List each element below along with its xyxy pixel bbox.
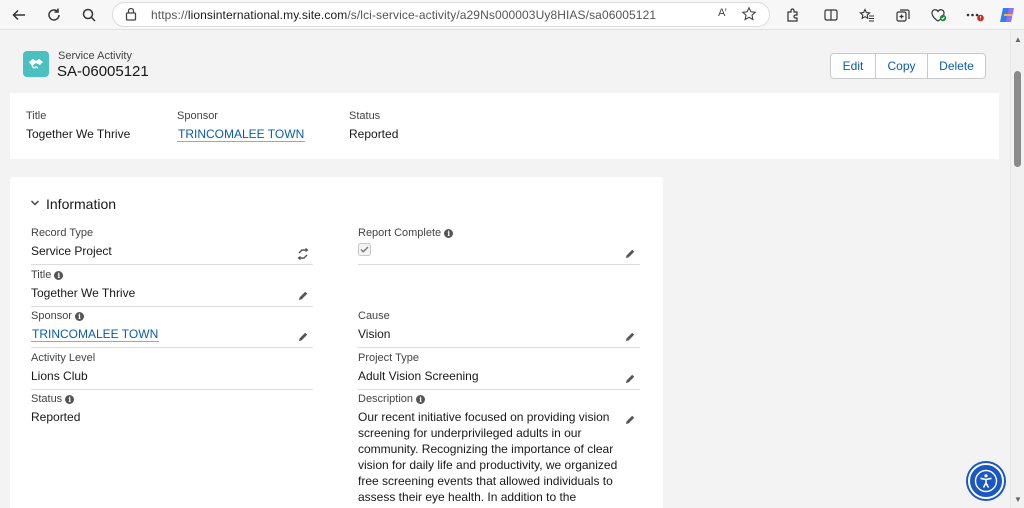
field-description: Description i Our recent initiative focus… [358, 393, 640, 508]
sponsor-help-icon[interactable]: i [74, 311, 84, 321]
address-bar[interactable]: https://lionsinternational.my.site.com/s… [112, 2, 770, 27]
activity-level-field-label: Activity Level [31, 352, 96, 364]
sponsor-field-label: Sponsor [31, 310, 72, 322]
description-help-icon[interactable]: i [416, 394, 426, 404]
edit-button[interactable]: Edit [831, 54, 876, 78]
url-host: lionsinternational.my.site.com [187, 8, 348, 22]
edit-report-complete-pencil-icon[interactable] [624, 247, 636, 265]
field-record-type: Record Type Service Project [31, 227, 313, 265]
cause-field-value: Vision [358, 327, 391, 341]
report-complete-help-icon[interactable]: i [444, 228, 454, 238]
report-complete-checkbox[interactable] [358, 243, 640, 261]
edit-cause-pencil-icon[interactable] [624, 330, 636, 348]
record-type-field-label: Record Type [31, 227, 94, 239]
edit-project-type-pencil-icon[interactable] [624, 372, 636, 390]
chevron-down-icon [30, 195, 40, 213]
split-screen-icon[interactable] [820, 4, 842, 26]
highlight-status-value: Reported [349, 127, 399, 141]
highlights-panel: Title Together We Thrive Sponsor TRINCOM… [10, 93, 999, 159]
browser-toolbar: https://lionsinternational.my.site.com/s… [0, 0, 1024, 30]
project-type-field-value: Adult Vision Screening [358, 369, 479, 383]
delete-button[interactable]: Delete [928, 54, 985, 78]
record-actions: Edit Copy Delete [830, 53, 986, 79]
field-project-type: Project Type Adult Vision Screening [358, 352, 640, 390]
field-cause: Cause Vision [358, 310, 640, 348]
activity-level-field-value: Lions Club [31, 369, 88, 383]
status-field-value: Reported [31, 410, 81, 424]
edit-description-pencil-icon[interactable] [624, 413, 636, 431]
highlight-title-value: Together We Thrive [26, 127, 131, 141]
copilot-icon[interactable] [996, 4, 1018, 26]
change-record-type-icon[interactable] [297, 247, 309, 265]
back-icon[interactable] [8, 4, 30, 26]
browser-essentials-icon[interactable] [928, 4, 950, 26]
read-aloud-icon[interactable]: A’ [718, 7, 727, 19]
url-path: /s/lci-service-activity/a29Ns000003Uy8HI… [347, 8, 657, 22]
url-prefix: https:// [151, 8, 188, 22]
highlight-sponsor-label: Sponsor [177, 110, 218, 122]
lock-icon[interactable] [125, 7, 137, 26]
scroll-up-icon[interactable]: ▲ [1014, 35, 1022, 44]
title-field-value: Together We Thrive [31, 286, 136, 300]
highlight-status-label: Status [349, 110, 381, 122]
report-complete-field-label: Report Complete [358, 227, 442, 239]
project-type-field-label: Project Type [358, 352, 419, 364]
description-field-label: Description [358, 393, 414, 405]
highlight-sponsor-link[interactable]: TRINCOMALEE TOWN [177, 127, 306, 142]
favorites-icon[interactable] [856, 4, 878, 26]
copy-button[interactable]: Copy [876, 54, 928, 78]
record-name: SA-06005121 [57, 63, 149, 80]
search-icon[interactable] [78, 4, 100, 26]
accessibility-icon [974, 469, 998, 493]
page-content: Service Activity SA-06005121 Edit Copy D… [0, 31, 1010, 508]
collections-icon[interactable] [892, 4, 914, 26]
service-activity-record-icon [23, 51, 49, 77]
information-section-toggle[interactable]: Information [30, 195, 116, 213]
page-scrollbar[interactable]: ▲ ▼ [1010, 31, 1024, 508]
highlight-sponsor: Sponsor TRINCOMALEE TOWN [177, 110, 306, 142]
field-report-complete: Report Complete i [358, 227, 640, 265]
description-field-value: Our recent initiative focused on providi… [358, 410, 618, 508]
sponsor-field-link[interactable]: TRINCOMALEE TOWN [31, 327, 160, 342]
status-field-label: Status [31, 393, 63, 405]
scroll-down-icon[interactable]: ▼ [1014, 495, 1022, 504]
title-help-icon[interactable]: i [54, 270, 64, 280]
edit-title-pencil-icon[interactable] [297, 289, 309, 307]
cause-field-label: Cause [358, 310, 390, 322]
field-sponsor: Sponsor i TRINCOMALEE TOWN [31, 310, 313, 348]
highlight-title: Title Together We Thrive [26, 110, 130, 141]
highlight-status: Status Reported [349, 110, 398, 141]
field-title: Title i Together We Thrive [31, 269, 313, 307]
extensions-icon[interactable] [782, 4, 804, 26]
edit-sponsor-pencil-icon[interactable] [297, 330, 309, 348]
status-help-icon[interactable]: i [65, 394, 75, 404]
record-type-label: Service Activity [58, 50, 132, 62]
field-status: Status i Reported [31, 393, 313, 431]
information-section-title: Information [46, 196, 117, 212]
record-type-field-value: Service Project [31, 244, 112, 258]
url-text[interactable]: https://lionsinternational.my.site.com/s… [151, 8, 656, 22]
highlight-title-label: Title [26, 110, 47, 122]
more-menu-icon[interactable] [964, 4, 986, 26]
field-activity-level: Activity Level Lions Club [31, 352, 313, 390]
information-card: Information Record Type Service Project … [10, 177, 663, 508]
scrollbar-thumb[interactable] [1014, 71, 1021, 167]
accessibility-button[interactable] [968, 463, 1004, 499]
refresh-icon[interactable] [43, 4, 65, 26]
favorite-star-icon[interactable] [741, 6, 757, 27]
title-field-label: Title [31, 269, 52, 281]
